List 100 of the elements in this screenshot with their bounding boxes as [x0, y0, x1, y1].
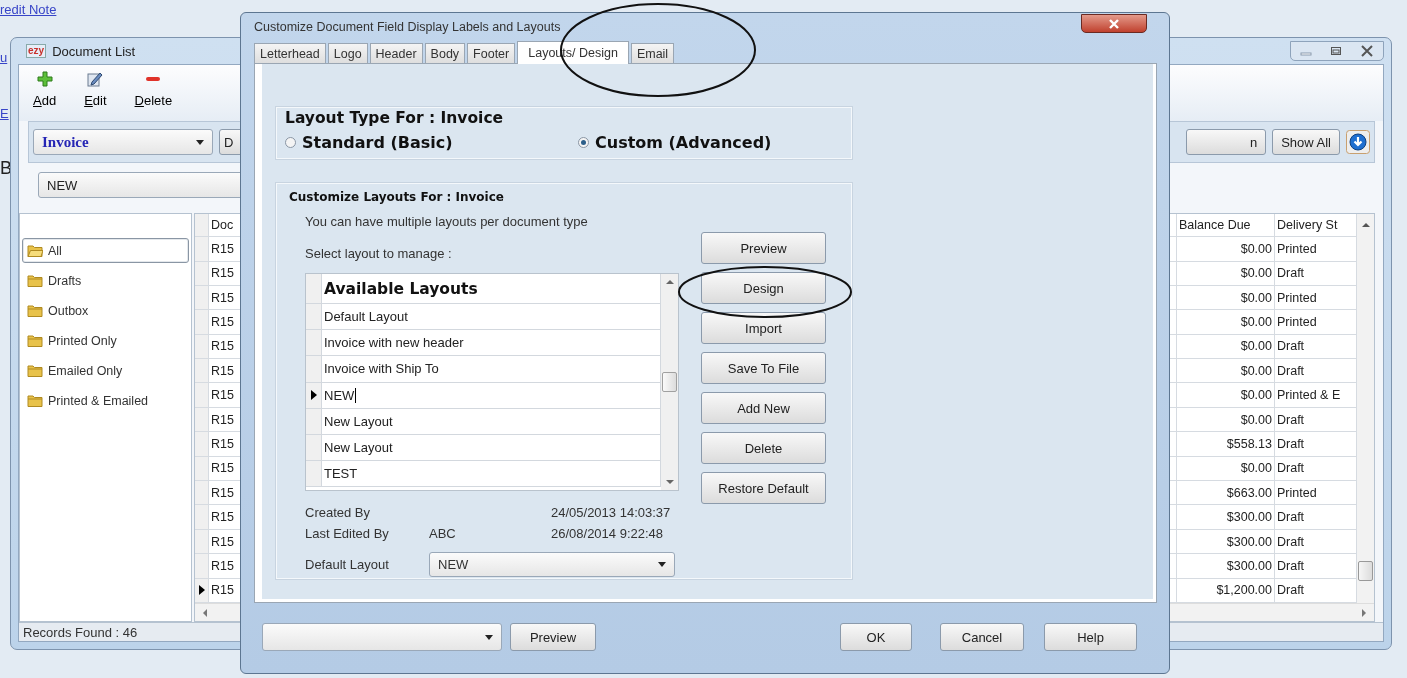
- table-cell: $0.00: [1240, 315, 1272, 329]
- toolbar-button[interactable]: Edit: [80, 71, 111, 122]
- folder-item[interactable]: Outbox: [22, 298, 189, 324]
- app-logo: ezy: [26, 44, 47, 59]
- action-button[interactable]: Preview: [701, 232, 826, 264]
- tab[interactable]: Body: [424, 43, 466, 63]
- scroll-arrow-icon[interactable]: [665, 280, 674, 284]
- layout-row[interactable]: NEW: [306, 382, 661, 409]
- action-button[interactable]: Restore Default: [701, 472, 826, 504]
- action-button[interactable]: Import: [701, 312, 826, 344]
- layout-row[interactable]: TEST: [306, 461, 661, 488]
- folder-icon: [27, 364, 43, 378]
- table-cell: $300.00: [1226, 558, 1272, 573]
- action-button[interactable]: Add New: [701, 392, 826, 424]
- folder-icon: [27, 274, 43, 288]
- table-cell: Draft: [1277, 339, 1305, 354]
- folder-item[interactable]: Drafts: [22, 268, 189, 294]
- action-button[interactable]: Save To File: [701, 352, 826, 384]
- dropdown-caret-icon: [196, 139, 204, 145]
- layout-row[interactable]: Invoice with Ship To: [306, 356, 661, 383]
- row-header[interactable]: [195, 578, 209, 602]
- folder-icon: [27, 244, 43, 258]
- folder-icon: [27, 304, 43, 318]
- folder-icon: [27, 394, 43, 408]
- pencil-icon: [87, 71, 104, 88]
- current-row-icon: [310, 390, 317, 401]
- folder-item[interactable]: Printed Only: [22, 328, 189, 354]
- table-cell: $300.00: [1226, 534, 1272, 549]
- layout-row[interactable]: Invoice with new header: [306, 330, 661, 357]
- table-cell: $0.00: [1240, 266, 1272, 281]
- field-label: Default Layout: [305, 557, 390, 572]
- group-title: Customize Layouts For : Invoice: [289, 190, 505, 204]
- layout-row[interactable]: New Layout: [306, 434, 661, 462]
- table-cell: Draft: [1277, 436, 1305, 451]
- tab[interactable]: Email: [630, 43, 675, 63]
- background-text: E: [0, 106, 9, 121]
- table-cell: Printed: [1277, 485, 1317, 500]
- scroll-arrow-icon[interactable]: [1362, 608, 1366, 617]
- table-cell: $0.00: [1240, 461, 1272, 476]
- tab[interactable]: Footer: [467, 43, 516, 63]
- minus-icon: [146, 77, 161, 82]
- default-layout-dropdown[interactable]: NEW: [429, 552, 675, 577]
- dropdown[interactable]: [262, 623, 502, 651]
- action-button[interactable]: Delete: [701, 432, 826, 464]
- radio-option[interactable]: Custom (Advanced): [578, 133, 851, 152]
- table-cell: Printed: [1277, 315, 1317, 329]
- folder-item[interactable]: All: [22, 238, 189, 264]
- tab[interactable]: Letterhead: [254, 43, 326, 63]
- scroll-arrow-icon[interactable]: [1361, 223, 1370, 228]
- layout-row[interactable]: New Layout: [306, 408, 661, 435]
- cancel-button[interactable]: Cancel: [940, 623, 1024, 651]
- show-all-button[interactable]: Show All: [1272, 129, 1340, 156]
- date-value: 26/08/2014 9:22:48: [551, 526, 665, 541]
- action-button[interactable]: Design: [701, 272, 826, 304]
- help-button[interactable]: Help: [1044, 623, 1137, 651]
- field-label: Select layout to manage :: [305, 246, 453, 261]
- toolbar-button[interactable]: Delete: [130, 71, 177, 122]
- table-cell: Printed & E: [1277, 388, 1341, 403]
- folder-item[interactable]: Emailed Only: [22, 358, 189, 384]
- background-text: B: [0, 158, 12, 179]
- table-cell: $558.13: [1226, 436, 1272, 451]
- close-button[interactable]: [1081, 14, 1147, 33]
- scrollbar-thumb[interactable]: [662, 372, 677, 392]
- dropdown-caret-icon: [658, 562, 666, 567]
- vertical-scrollbar[interactable]: [661, 274, 678, 490]
- table-cell: $0.00: [1240, 339, 1272, 354]
- radio-option[interactable]: Standard (Basic): [285, 133, 578, 152]
- row-header[interactable]: [306, 382, 322, 408]
- layout-row[interactable]: Default Layout: [306, 304, 661, 331]
- folder-item[interactable]: Printed & Emailed: [22, 388, 189, 414]
- user-value: ABC: [429, 526, 457, 541]
- table-cell: Draft: [1277, 583, 1305, 598]
- hint-text: You can have multiple layouts per document type: [305, 214, 589, 229]
- table-cell: Printed: [1277, 290, 1317, 305]
- column-header[interactable]: Balance Due: [1177, 214, 1275, 237]
- table-cell: Draft: [1277, 510, 1305, 525]
- dialog-title: Customize Document Field Display Labels and Layouts: [254, 20, 561, 34]
- table-cell: $0.00: [1240, 290, 1272, 305]
- table-cell: $1,200.00: [1216, 583, 1272, 598]
- scroll-arrow-icon[interactable]: [203, 608, 207, 617]
- filter-button[interactable]: n: [1186, 129, 1267, 156]
- tab[interactable]: Logo: [327, 43, 368, 63]
- preview-button[interactable]: Preview: [510, 623, 596, 651]
- table-cell: $0.00: [1240, 388, 1272, 403]
- group-title: Layout Type For : Invoice: [285, 109, 505, 127]
- table-cell: $0.00: [1240, 363, 1272, 378]
- table-cell: Draft: [1277, 412, 1305, 427]
- ok-button[interactable]: OK: [840, 623, 912, 651]
- table-cell: $0.00: [1240, 241, 1272, 256]
- tab[interactable]: Header: [369, 43, 423, 63]
- field-label: Created By: [305, 505, 372, 520]
- table-cell: Draft: [1277, 534, 1305, 549]
- background-text: u: [0, 50, 8, 65]
- scroll-arrow-icon[interactable]: [665, 480, 674, 484]
- vertical-scrollbar[interactable]: [1357, 214, 1374, 603]
- current-row-icon: [198, 585, 205, 596]
- document-type-dropdown[interactable]: Invoice: [33, 129, 213, 156]
- toolbar-button[interactable]: Add: [29, 71, 61, 122]
- scrollbar-thumb[interactable]: [1358, 561, 1373, 581]
- folder-icon: [27, 334, 43, 348]
